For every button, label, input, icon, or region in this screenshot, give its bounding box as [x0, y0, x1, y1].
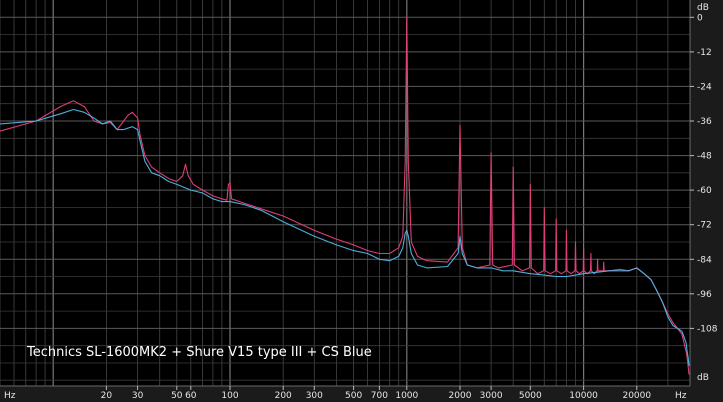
y-unit-label-top: dB [697, 3, 709, 13]
measurement-caption: Technics SL-1600MK2 + Shure V15 type III… [26, 345, 372, 360]
x-tick-label: 20000 [622, 391, 651, 401]
y-tick-label: -60 [697, 186, 712, 196]
y-unit-label-bottom: dB [697, 373, 709, 383]
y-tick-label: -36 [697, 117, 712, 127]
y-tick-label: -72 [697, 221, 712, 231]
y-tick-label: 0 [697, 13, 703, 23]
x-unit-label-right: Hz [675, 391, 687, 401]
y-tick-label: -108 [697, 324, 718, 334]
x-tick-label: 60 [185, 391, 197, 401]
x-tick-label: 5000 [519, 391, 542, 401]
x-tick-label: 50 [171, 391, 183, 401]
x-tick-label: 3000 [480, 391, 503, 401]
x-tick-label: 300 [306, 391, 323, 401]
y-tick-label: -12 [697, 48, 712, 58]
x-tick-label: 1000 [395, 391, 418, 401]
x-tick-label: 20 [101, 391, 113, 401]
x-tick-label: 100 [221, 391, 238, 401]
x-tick-label: 200 [275, 391, 292, 401]
axis-frame-right [690, 0, 723, 402]
x-tick-label: 700 [371, 391, 388, 401]
plot-background [0, 0, 723, 402]
x-tick-label: 10000 [569, 391, 598, 401]
x-tick-label: 2000 [449, 391, 472, 401]
y-tick-label: -24 [697, 82, 712, 92]
y-tick-label: -96 [697, 290, 712, 300]
y-tick-label: -84 [697, 255, 712, 265]
spectrum-chart: 20 30 50 60 100 200 300 500 700 1000 2000 3000 5000 1… [0, 0, 723, 402]
x-unit-label-left: Hz [4, 391, 16, 401]
x-tick-label: 30 [132, 391, 144, 401]
x-tick-label: 500 [345, 391, 362, 401]
y-tick-label: -48 [697, 152, 712, 162]
